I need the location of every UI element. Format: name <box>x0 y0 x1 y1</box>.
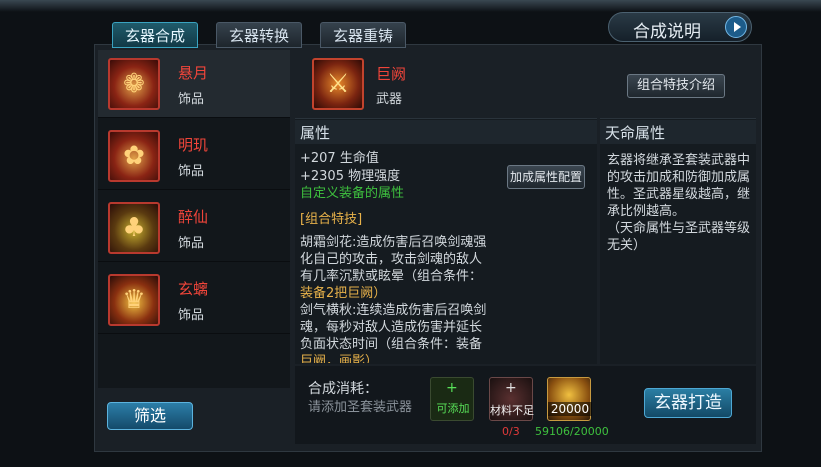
item-name: 明玑 <box>178 136 209 154</box>
top-background <box>0 0 821 12</box>
add-slot-label: 可添加 <box>436 402 470 415</box>
item-name: 玄螭 <box>178 280 209 298</box>
fate-line: 无关） <box>607 238 647 253</box>
item-type: 饰品 <box>178 236 205 251</box>
gourd-icon: ♣ <box>108 202 160 254</box>
attribute-header-bar <box>295 120 597 144</box>
fate-line: 玄器将继承圣套装武器中 <box>607 153 751 168</box>
list-item[interactable]: ✿ 明玑 饰品 <box>98 122 290 190</box>
help-label: 合成说明 <box>633 22 701 42</box>
list-item[interactable]: ♛ 玄螭 饰品 <box>98 266 290 334</box>
item-type: 饰品 <box>178 308 205 323</box>
skill2-line: 负面状态时间（组合条件：装备 <box>300 337 483 352</box>
skill2-condition: 巨阙，画影） <box>300 354 379 363</box>
weapon-type: 武器 <box>376 92 403 107</box>
fate-line: 承比例越高。 <box>607 204 686 219</box>
material-count: 0/3 <box>502 425 520 438</box>
fate-line: 性。圣武器星级越高，继 <box>607 187 751 202</box>
gold-count: 59106/20000 <box>535 425 609 438</box>
sword-icon[interactable]: ⚔ <box>312 58 364 110</box>
fate-header: 天命属性 <box>605 124 666 142</box>
combo-intro-button[interactable]: 组合特技介绍 <box>627 74 725 98</box>
skill2-clip: 巨阙，画影） <box>300 353 590 363</box>
fate-line: （天命属性与圣武器等级 <box>607 221 751 236</box>
attribute-header: 属性 <box>300 124 331 142</box>
skill1-condition: 装备2把巨阙） <box>300 286 387 301</box>
item-name: 悬月 <box>178 64 209 82</box>
fate-line: 的攻击加成和防御加成属 <box>607 170 751 185</box>
list-item[interactable]: ❁ 悬月 饰品 <box>98 50 290 118</box>
custom-attribute-text: 自定义装备的属性 <box>300 186 405 201</box>
list-item[interactable]: ♣ 醉仙 饰品 <box>98 194 290 262</box>
gold-slot-value: 20000 <box>548 402 592 416</box>
skill1-line: 化自己的攻击，攻击剑魂的敌人 <box>300 252 483 267</box>
skill2-line: 剑气横秋:连续造成伤害后召唤剑 <box>300 303 487 318</box>
gold-coin-icon: 20000 <box>547 377 592 421</box>
stat-hp: +207 生命值 <box>300 151 379 166</box>
attribute-config-button[interactable]: 加成属性配置 <box>507 165 585 189</box>
item-type: 饰品 <box>178 92 205 107</box>
plus-icon: + <box>446 380 458 396</box>
forge-button[interactable]: 玄器打造 <box>644 388 732 418</box>
item-name: 醉仙 <box>178 208 209 226</box>
item-type: 饰品 <box>178 164 205 179</box>
tab-synthesis[interactable]: 玄器合成 <box>112 22 199 48</box>
skill1-line: 有几率沉默或眩晕（组合条件： <box>300 269 483 284</box>
skill2-line: 魂，每秒对敌人造成伤害并延长 <box>300 320 483 335</box>
cost-hint: 请添加圣套装武器 <box>308 400 413 415</box>
combo-title: [组合特技] <box>300 212 363 227</box>
filter-button[interactable]: 筛选 <box>107 402 193 430</box>
add-weapon-slot[interactable]: + 可添加 <box>430 377 474 421</box>
tab-convert[interactable]: 玄器转换 <box>216 22 303 48</box>
weapon-name: 巨阙 <box>376 65 407 83</box>
synthesis-help-button[interactable]: 合成说明 <box>608 12 752 42</box>
tab-recast[interactable]: 玄器重铸 <box>320 22 407 48</box>
material-slot[interactable]: + 材料不足 <box>489 377 534 421</box>
cost-label: 合成消耗： <box>308 381 378 397</box>
skill1-line: 胡霜剑花:造成伤害后召唤剑魂强 <box>300 235 487 250</box>
lantern-icon: ❁ <box>108 58 160 110</box>
plus-icon: + <box>505 380 517 396</box>
pot-icon: ✿ <box>108 130 160 182</box>
chest-icon: ♛ <box>108 274 160 326</box>
material-slot-label: 材料不足 <box>490 404 534 417</box>
stat-strength: +2305 物理强度 <box>300 169 401 184</box>
play-arrow-icon <box>725 16 747 38</box>
